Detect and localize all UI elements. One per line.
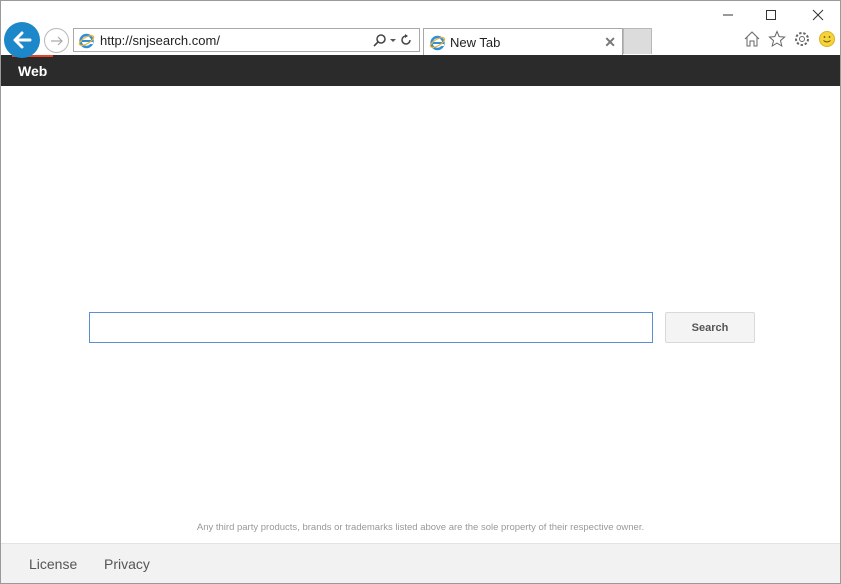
dropdown-arrow-icon[interactable]: [389, 33, 397, 47]
search-button[interactable]: Search: [665, 312, 755, 343]
new-tab-button[interactable]: [623, 28, 652, 54]
arrow-right-icon: [50, 36, 63, 45]
close-icon: [812, 9, 824, 21]
ie-logo-icon: [429, 35, 446, 51]
site-nav-bar: Web: [1, 55, 840, 86]
close-window-button[interactable]: [803, 4, 833, 26]
address-url[interactable]: http://snjsearch.com/: [100, 33, 373, 48]
tab-new-tab[interactable]: New Tab ✕: [423, 28, 623, 56]
refresh-icon[interactable]: [399, 33, 413, 47]
footer-link-privacy[interactable]: Privacy: [104, 556, 150, 572]
maximize-button[interactable]: [756, 4, 786, 26]
favorites-star-icon[interactable]: [767, 29, 787, 49]
forward-button[interactable]: [44, 28, 69, 53]
search-icon[interactable]: [373, 33, 387, 47]
address-bar[interactable]: http://snjsearch.com/: [73, 28, 420, 52]
footer-link-license[interactable]: License: [29, 556, 77, 572]
nav-item-web[interactable]: Web: [18, 63, 47, 79]
minimize-button[interactable]: [713, 4, 743, 26]
back-button[interactable]: [4, 22, 40, 58]
search-input[interactable]: [89, 312, 653, 343]
arrow-left-icon: [13, 31, 32, 49]
footer: License Privacy: [1, 543, 840, 583]
tab-close-icon[interactable]: ✕: [604, 34, 616, 51]
tab-title: New Tab: [450, 35, 501, 50]
browser-window: http://snjsearch.com/ New Tab ✕ Web Sear…: [0, 0, 841, 584]
minimize-icon: [723, 14, 733, 16]
ie-logo-icon: [78, 33, 95, 48]
trademark-disclaimer: Any third party products, brands or trad…: [196, 522, 645, 533]
browser-chrome: http://snjsearch.com/ New Tab ✕: [1, 1, 840, 58]
settings-gear-icon[interactable]: [792, 29, 812, 49]
home-icon[interactable]: [742, 29, 762, 49]
maximize-icon: [766, 10, 776, 20]
feedback-smiley-icon[interactable]: [817, 29, 837, 49]
